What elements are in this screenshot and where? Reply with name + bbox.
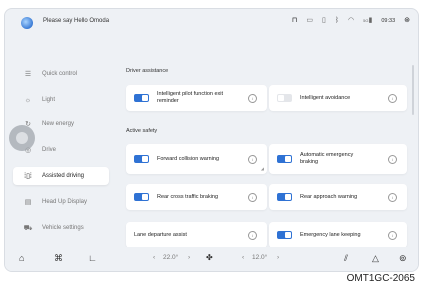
forward-collision-warning-toggle[interactable] <box>134 155 149 163</box>
bluetooth-icon: ᛒ <box>334 17 340 24</box>
sidebar-item-label: Light <box>42 97 56 103</box>
card-rear-cross-traffic-braking: Rear cross traffic braking i <box>126 184 267 210</box>
fan-icon[interactable]: ✤ <box>206 252 213 264</box>
sidebar-item-label: New energy <box>42 121 75 127</box>
temp-left: 22.0° <box>163 254 179 261</box>
sidebar-item-label: Quick control <box>42 71 78 77</box>
seat-icon[interactable]: ∟ <box>88 252 97 264</box>
media-icon: ▭ <box>306 17 313 24</box>
temp-right-decrease-icon[interactable]: ‹ <box>242 254 244 261</box>
sidebar-item-head-up-display[interactable]: ▤ Head Up Display <box>13 193 109 211</box>
info-icon[interactable]: i <box>388 94 397 103</box>
info-icon[interactable]: i <box>388 231 397 240</box>
card-label: Intelligent avoidance <box>300 95 351 101</box>
status-icons: ⊓ ▭ ▯ ᛒ ◠ 5G▮ 09:33 ⊛ <box>292 17 410 25</box>
emergency-lane-keeping-toggle[interactable] <box>277 231 292 239</box>
infotainment-screen: Please say Hello Omoda ⊓ ▭ ▯ ᛒ ◠ 5G▮ 09:… <box>4 8 419 272</box>
sidebar-item-label: Assisted driving <box>42 173 85 179</box>
status-bar: Please say Hello Omoda ⊓ ▭ ▯ ᛒ ◠ 5G▮ 09:… <box>5 9 418 35</box>
sidebar-item-light[interactable]: ☼ Light <box>13 91 109 109</box>
card-label: Lane departure assist <box>134 232 187 238</box>
card-label: Forward collision warning <box>157 156 220 162</box>
floating-assist-handle[interactable] <box>9 125 35 151</box>
figure-code: OMT1GC-2065 <box>346 273 415 284</box>
content-scrollbar[interactable] <box>412 65 414 115</box>
section-title-active-safety: Active safety <box>126 128 158 134</box>
info-icon[interactable]: i <box>248 193 257 202</box>
card-label: Automatic emergency braking <box>300 152 354 165</box>
sidebar-item-label: Drive <box>42 147 57 153</box>
sidebar-item-assisted-driving[interactable]: ⁞▯⁞ Assisted driving <box>13 167 109 185</box>
voice-assistant-icon[interactable] <box>21 17 33 29</box>
hud-icon: ▤ <box>24 199 32 206</box>
roof-icon: ⊓ <box>291 17 298 24</box>
card-rear-approach-warning: Rear approach warning i <box>269 184 407 210</box>
sidebar-item-label: Vehicle settings <box>42 225 84 231</box>
info-icon[interactable]: i <box>248 155 257 164</box>
card-label: Rear approach warning <box>300 194 358 200</box>
assist-handle-icon <box>16 132 28 144</box>
car-icon: ⛟ <box>23 224 33 232</box>
intelligent-avoidance-toggle[interactable] <box>277 94 292 102</box>
section-title-driver-assistance: Driver assistance <box>126 68 169 74</box>
apps-icon[interactable]: ⌘ <box>54 252 63 264</box>
sidebar-item-label: Head Up Display <box>42 199 88 205</box>
card-forward-collision-warning: Forward collision warning i ◢ <box>126 144 267 174</box>
settings-gear-icon[interactable]: ⊚ <box>399 252 407 264</box>
temp-left-decrease-icon[interactable]: ‹ <box>153 254 155 261</box>
light-icon: ☼ <box>24 96 32 104</box>
card-intelligent-avoidance: Intelligent avoidance i <box>269 85 407 111</box>
card-pilot-exit-reminder: Intelligent pilot function exit reminder… <box>126 85 267 111</box>
warning-icon[interactable]: △ <box>372 252 379 264</box>
card-lane-departure-assist: Lane departure assist i <box>126 222 267 248</box>
home-icon[interactable]: ⌂ <box>19 252 24 264</box>
temp-left-increase-icon[interactable]: › <box>188 254 190 261</box>
info-icon[interactable]: i <box>248 94 257 103</box>
card-automatic-emergency-braking: Automatic emergency braking i <box>269 144 407 174</box>
pilot-exit-reminder-toggle[interactable] <box>134 94 149 102</box>
info-icon[interactable]: i <box>388 193 397 202</box>
sliders-icon: ☰ <box>24 71 32 78</box>
wifi-icon: ◠ <box>348 17 355 24</box>
card-label: Intelligent pilot function exit reminder <box>157 91 224 104</box>
temp-right-increase-icon[interactable]: › <box>277 254 279 261</box>
seat-heat-icon[interactable]: ⫽ <box>344 252 348 264</box>
expand-corner-icon: ◢ <box>260 166 264 171</box>
sidebar-item-vehicle-settings[interactable]: ⛟ Vehicle settings <box>13 219 109 237</box>
info-icon[interactable]: i <box>248 231 257 240</box>
settings-icon[interactable]: ⊛ <box>404 17 410 25</box>
card-emergency-lane-keeping: Emergency lane keeping i <box>269 222 407 248</box>
card-label: Rear cross traffic braking <box>157 194 219 200</box>
signal-text: 5G <box>363 18 369 23</box>
automatic-emergency-braking-toggle[interactable] <box>277 155 292 163</box>
clock: 09:33 <box>381 18 396 24</box>
rear-approach-warning-toggle[interactable] <box>277 193 292 201</box>
info-icon[interactable]: i <box>388 155 397 164</box>
bottom-bar: ⌂ ⌘ ∟ ‹ 22.0° › ✤ ‹ 12.0° › ⫽ △ ⊚ <box>5 247 418 271</box>
card-label: Emergency lane keeping <box>300 232 361 238</box>
sidebar-item-quick-control[interactable]: ☰ Quick control <box>13 65 109 83</box>
rear-cross-traffic-braking-toggle[interactable] <box>134 193 149 201</box>
signal-icon: 5G▮ <box>363 17 373 24</box>
battery-icon: ▯ <box>321 17 326 24</box>
assistant-greeting: Please say Hello Omoda <box>43 18 110 24</box>
lane-icon: ⁞▯⁞ <box>24 173 32 180</box>
temp-right: 12.0° <box>252 254 268 261</box>
